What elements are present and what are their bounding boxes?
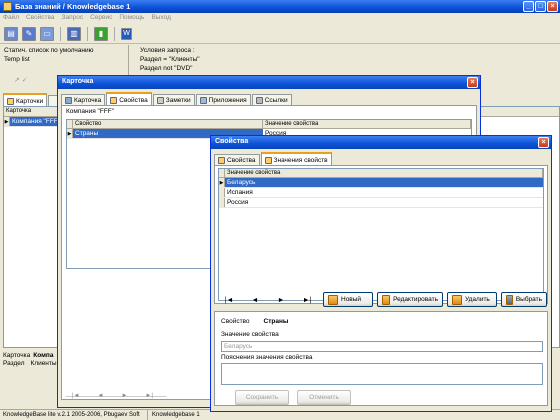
value-label: Значение свойства	[221, 331, 279, 338]
window-title: База знаний / Knowledgebase 1	[15, 2, 131, 11]
list-type-text: Статич. список по умолчанию	[4, 47, 94, 54]
tab-links[interactable]: Ссылки	[251, 94, 292, 105]
menu-file[interactable]: Файл	[3, 14, 19, 23]
nav-next-button[interactable]: ►	[271, 297, 291, 304]
edit-button[interactable]: Редактировать	[377, 292, 443, 307]
cards-icon	[7, 97, 14, 105]
explain-textarea[interactable]	[221, 363, 543, 385]
minimize-button[interactable]: _	[523, 1, 534, 12]
status-version: KnowledgeBase lite v.2.1 2005-2006, Pbug…	[0, 410, 148, 420]
bottom-info: Карточка Компа Раздел Клиенты	[3, 352, 63, 367]
info-label-section: Раздел	[3, 360, 25, 367]
window-icon[interactable]: ▭	[40, 26, 54, 41]
book-icon[interactable]: ▥	[67, 26, 81, 41]
menu-service[interactable]: Сервис	[90, 14, 112, 23]
nav-prev-button[interactable]: ◄	[245, 297, 265, 304]
choose-icon	[506, 294, 513, 305]
query-condition-2: Раздел not "DVD"	[140, 65, 193, 72]
value-edit-panel: Свойство Страны Значение свойства Белару…	[214, 311, 548, 406]
properties-dialog-close-button[interactable]: ×	[538, 137, 549, 148]
tab-properties[interactable]: Свойства	[106, 92, 152, 105]
values-grid[interactable]: Значение свойства ▶ Беларусь Испания Росс…	[218, 168, 544, 301]
minus-icon	[452, 294, 462, 305]
info-value-card: Компа	[33, 352, 54, 359]
card-nav-last[interactable]: ►|	[145, 393, 153, 399]
card-dialog-titlebar: Карточка ×	[58, 76, 480, 89]
choose-button[interactable]: Выбрать	[501, 292, 547, 307]
nav-first-button[interactable]: |◄	[219, 297, 239, 304]
menu-exit[interactable]: Выход	[151, 14, 170, 23]
word-icon[interactable]: W	[121, 27, 132, 40]
maximize-button[interactable]: □	[535, 1, 546, 12]
grid-row-company[interactable]: Компания "FFF"	[10, 117, 64, 126]
green-book-icon[interactable]: ▮	[94, 26, 108, 41]
info-value-section: Клиенты	[30, 360, 57, 367]
card-nav: |◄ ◄ ► ►|	[72, 393, 153, 399]
toolbar: ▤ ✎ ▭ ▥ ▮ W	[0, 24, 560, 44]
tab-props-list[interactable]: Свойства	[214, 154, 260, 165]
query-title: Условия запроса :	[140, 47, 195, 54]
menu-bar: Файл Свойства Запрос Сервис Помощь Выход	[0, 13, 560, 24]
query-condition-1: Раздел = "Клиенты"	[140, 56, 200, 63]
delete-button[interactable]: Удалить	[447, 292, 497, 307]
new-doc-icon[interactable]: ▤	[4, 26, 18, 41]
info-label-card: Карточка	[3, 352, 31, 359]
grid-header-card[interactable]: Карточка	[4, 107, 64, 116]
card-nav-next[interactable]: ►	[121, 393, 127, 399]
close-button[interactable]: ×	[547, 1, 558, 12]
property-value: Страны	[263, 318, 289, 325]
grid-header-value[interactable]: Значение свойства	[225, 169, 543, 177]
table-row[interactable]: ▶ Беларусь	[219, 178, 543, 188]
cancel-button[interactable]: Отменить	[297, 390, 351, 405]
card-dialog-title: Карточка	[62, 78, 94, 85]
menu-query[interactable]: Запрос	[62, 14, 84, 23]
nav-last-button[interactable]: ►|	[297, 297, 317, 304]
save-button[interactable]: Сохранить	[235, 390, 289, 405]
card-dialog-close-button[interactable]: ×	[467, 77, 478, 88]
list-name-text: Temp list	[4, 56, 30, 63]
tab-prop-values[interactable]: Значения свойств	[260, 152, 332, 165]
table-row[interactable]: Россия	[219, 198, 543, 208]
grid-header-value[interactable]: Значение свойства	[263, 120, 471, 128]
properties-dialog-titlebar: Свойства ×	[211, 136, 551, 149]
card-nav-first[interactable]: |◄	[72, 393, 80, 399]
plus-icon	[328, 294, 338, 305]
tab-card[interactable]: Карточка	[61, 94, 106, 105]
tab-cards[interactable]: Карточки	[3, 93, 48, 106]
app-icon	[3, 2, 12, 11]
grid-header-property[interactable]: Свойство	[73, 120, 263, 128]
edit-icon[interactable]: ✎	[22, 26, 36, 41]
menu-help[interactable]: Помощь	[119, 14, 144, 23]
properties-dialog-title: Свойства	[215, 138, 249, 145]
tab-notes[interactable]: Заметки	[152, 94, 195, 105]
query-conditions: Условия запроса : Раздел = "Клиенты" Раз…	[140, 47, 290, 72]
arrow-icon: ↗ ✓	[14, 77, 28, 84]
new-button[interactable]: Новый	[323, 292, 373, 307]
card-nav-prev[interactable]: ◄	[98, 393, 104, 399]
menu-properties[interactable]: Свойства	[26, 14, 55, 23]
window-titlebar: База знаний / Knowledgebase 1 _ □ ×	[0, 0, 560, 13]
values-nav: |◄ ◄ ► ►|	[219, 297, 317, 304]
status-database: Knowledgebase 1	[152, 412, 200, 418]
property-label: Свойство	[221, 318, 250, 325]
card-company-name: Компания "FFF"	[66, 108, 115, 115]
edit-icon	[382, 294, 391, 305]
table-row[interactable]: Испания	[219, 188, 543, 198]
properties-dialog: Свойства × Свойства Значения свойств Зна…	[210, 135, 552, 412]
explain-label: Пояснения значения свойства	[221, 354, 313, 361]
tab-attachments[interactable]: Приложения	[195, 94, 251, 105]
value-input[interactable]: Беларусь	[221, 341, 543, 352]
